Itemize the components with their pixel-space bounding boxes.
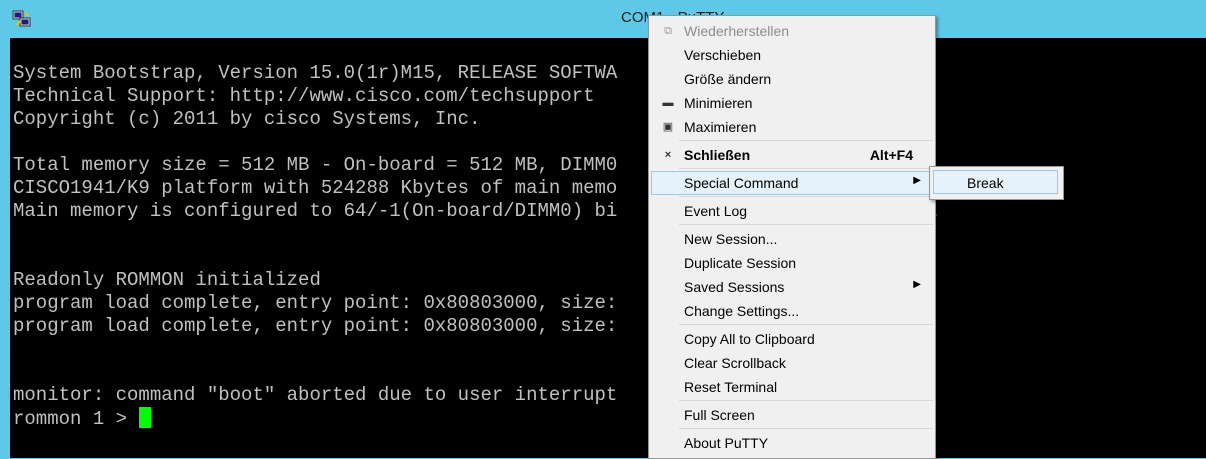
terminal-cursor	[139, 407, 152, 428]
terminal-line: System Bootstrap, Version 15.0(1r)M15, R…	[13, 62, 618, 84]
title-bar[interactable]: COM1 - PuTTY	[0, 0, 1206, 38]
menu-item-saved-sessions[interactable]: Saved Sessions ▶	[651, 275, 933, 299]
menu-item-event-log[interactable]: Event Log	[651, 199, 933, 223]
shortcut-label: Alt+F4	[869, 147, 913, 163]
menu-item-label: Copy All to Clipboard	[684, 331, 815, 347]
terminal-line: Total memory size = 512 MB - On-board = …	[13, 154, 618, 176]
menu-item-label: Full Screen	[684, 407, 755, 423]
menu-separator	[679, 428, 933, 429]
menu-item-label: Saved Sessions	[684, 279, 785, 295]
terminal-line: program load complete, entry point: 0x80…	[13, 315, 618, 337]
special-command-submenu: Break	[929, 166, 1064, 200]
terminal-line: program load complete, entry point: 0x80…	[13, 292, 618, 314]
prompt-text: rommon 1 >	[13, 408, 139, 430]
menu-separator	[679, 140, 933, 141]
menu-item-label: Clear Scrollback	[684, 355, 786, 371]
menu-item-label: Wiederherstellen	[684, 23, 790, 39]
menu-item-close[interactable]: × Schließen Alt+F4	[651, 143, 933, 167]
system-context-menu: ⧉ Wiederherstellen Verschieben Größe änd…	[648, 15, 936, 459]
menu-separator	[679, 196, 933, 197]
menu-item-change-settings[interactable]: Change Settings...	[651, 299, 933, 323]
terminal-screen[interactable]: System Bootstrap, Version 15.0(1r)M15, R…	[10, 38, 1206, 458]
menu-item-label: Event Log	[684, 203, 748, 219]
menu-item-restore[interactable]: ⧉ Wiederherstellen	[651, 19, 933, 43]
menu-item-label: Schließen	[684, 147, 751, 163]
maximize-icon: ▣	[662, 121, 674, 133]
menu-item-label: About PuTTY	[684, 435, 769, 451]
terminal-prompt-line: rommon 1 >	[13, 407, 152, 430]
menu-item-label: Duplicate Session	[684, 255, 797, 271]
menu-item-label: Change Settings...	[684, 303, 800, 319]
terminal-line: Technical Support: http://www.cisco.com/…	[13, 85, 595, 107]
menu-item-size[interactable]: Größe ändern	[651, 67, 933, 91]
menu-separator	[679, 400, 933, 401]
submenu-item-break[interactable]: Break	[933, 170, 1058, 194]
submenu-arrow-icon: ▶	[913, 175, 921, 186]
menu-item-about[interactable]: About PuTTY	[651, 431, 933, 455]
menu-item-maximize[interactable]: ▣ Maximieren	[651, 115, 933, 139]
restore-icon: ⧉	[664, 25, 672, 37]
putty-icon[interactable]	[12, 9, 32, 29]
menu-item-clear-scrollback[interactable]: Clear Scrollback	[651, 351, 933, 375]
menu-item-special-command[interactable]: Special Command ▶	[651, 171, 933, 195]
menu-separator	[679, 224, 933, 225]
minimize-icon: ▬	[662, 97, 674, 109]
submenu-arrow-icon: ▶	[913, 279, 921, 290]
close-icon: ×	[664, 149, 672, 161]
terminal-line: monitor: command "boot" aborted due to u…	[13, 384, 618, 406]
menu-item-label: Verschieben	[684, 47, 762, 63]
menu-item-label: Minimieren	[684, 95, 753, 111]
menu-item-move[interactable]: Verschieben	[651, 43, 933, 67]
menu-item-reset-terminal[interactable]: Reset Terminal	[651, 375, 933, 399]
menu-item-minimize[interactable]: ▬ Minimieren	[651, 91, 933, 115]
submenu-item-label: Break	[967, 175, 1004, 191]
menu-item-label: Maximieren	[684, 119, 757, 135]
terminal-line: CISCO1941/K9 platform with 524288 Kbytes…	[13, 177, 618, 199]
terminal-line: Main memory is configured to 64/-1(On-bo…	[13, 200, 618, 222]
terminal-line: Readonly ROMMON initialized	[13, 269, 321, 291]
menu-item-label: New Session...	[684, 231, 778, 247]
menu-item-copy-all[interactable]: Copy All to Clipboard	[651, 327, 933, 351]
menu-item-label: Reset Terminal	[684, 379, 778, 395]
menu-item-full-screen[interactable]: Full Screen	[651, 403, 933, 427]
terminal-line: Copyright (c) 2011 by cisco Systems, Inc…	[13, 108, 481, 130]
menu-separator	[679, 324, 933, 325]
menu-item-duplicate-session[interactable]: Duplicate Session	[651, 251, 933, 275]
menu-separator	[679, 168, 933, 169]
menu-item-label: Special Command	[684, 175, 799, 191]
menu-item-new-session[interactable]: New Session...	[651, 227, 933, 251]
menu-item-label: Größe ändern	[684, 71, 772, 87]
